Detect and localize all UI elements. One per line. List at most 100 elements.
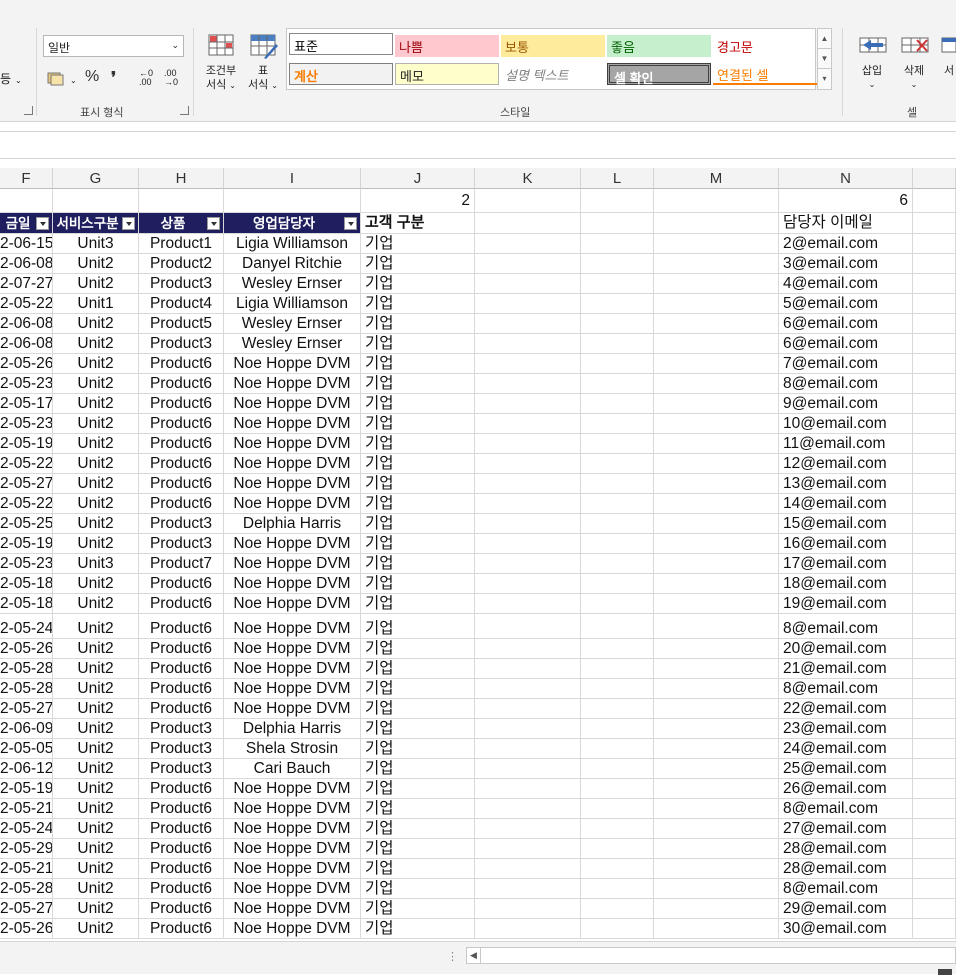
cell[interactable] bbox=[913, 639, 956, 659]
table-cell[interactable]: 30@email.com bbox=[779, 919, 913, 939]
table-cell[interactable]: Product6 bbox=[139, 779, 224, 799]
table-cell[interactable]: 기업 bbox=[361, 354, 475, 374]
table-cell[interactable] bbox=[581, 474, 654, 494]
cell[interactable] bbox=[913, 394, 956, 414]
cell[interactable] bbox=[913, 594, 956, 614]
table-cell[interactable]: Noe Hoppe DVM bbox=[224, 799, 361, 819]
cell[interactable] bbox=[224, 189, 361, 213]
table-cell[interactable]: Noe Hoppe DVM bbox=[224, 494, 361, 514]
cell[interactable] bbox=[913, 213, 956, 234]
insert-button[interactable]: 삽입 ⌄ bbox=[850, 32, 894, 92]
number-format-dropdown[interactable]: 일반 ⌄ bbox=[43, 35, 184, 57]
table-cell[interactable]: 기업 bbox=[361, 859, 475, 879]
table-cell[interactable] bbox=[654, 554, 779, 574]
table-cell[interactable]: 17@email.com bbox=[779, 554, 913, 574]
table-cell[interactable]: Noe Hoppe DVM bbox=[224, 659, 361, 679]
worksheet-grid[interactable]: 2 6 금일 서비스구분 상품 영업담당자 고객 구분 담당자 이메일 2-06-15 Unit3… bbox=[0, 189, 956, 941]
table-cell[interactable] bbox=[581, 679, 654, 699]
table-cell[interactable] bbox=[475, 274, 581, 294]
table-cell[interactable] bbox=[581, 759, 654, 779]
table-cell[interactable] bbox=[475, 839, 581, 859]
cell[interactable] bbox=[913, 254, 956, 274]
table-cell[interactable]: 2-05-27 bbox=[0, 699, 53, 719]
table-cell[interactable]: 기업 bbox=[361, 334, 475, 354]
table-cell[interactable]: 14@email.com bbox=[779, 494, 913, 514]
table-cell[interactable]: 2-05-26 bbox=[0, 919, 53, 939]
table-cell[interactable] bbox=[581, 659, 654, 679]
table-cell[interactable]: Product6 bbox=[139, 454, 224, 474]
table-cell[interactable]: Product6 bbox=[139, 434, 224, 454]
table-cell[interactable] bbox=[581, 414, 654, 434]
table-header-g[interactable]: 서비스구분 bbox=[53, 213, 139, 234]
cell[interactable] bbox=[913, 739, 956, 759]
table-cell[interactable]: Unit2 bbox=[53, 899, 139, 919]
table-cell[interactable]: Product6 bbox=[139, 354, 224, 374]
table-cell[interactable] bbox=[654, 899, 779, 919]
cell[interactable] bbox=[913, 514, 956, 534]
table-cell[interactable] bbox=[475, 254, 581, 274]
table-cell[interactable]: Product3 bbox=[139, 334, 224, 354]
delete-button[interactable]: 삭제 ⌄ bbox=[892, 32, 936, 92]
cell[interactable] bbox=[913, 274, 956, 294]
table-cell[interactable]: 2-05-23 bbox=[0, 374, 53, 394]
table-cell[interactable]: Noe Hoppe DVM bbox=[224, 639, 361, 659]
table-cell[interactable]: Ligia Williamson bbox=[224, 294, 361, 314]
cell[interactable] bbox=[654, 189, 779, 213]
table-cell[interactable]: Noe Hoppe DVM bbox=[224, 859, 361, 879]
cell[interactable] bbox=[654, 213, 779, 234]
table-cell[interactable]: Product6 bbox=[139, 699, 224, 719]
cell[interactable] bbox=[913, 374, 956, 394]
table-header-i[interactable]: 영업담당자 bbox=[224, 213, 361, 234]
table-cell[interactable]: 기업 bbox=[361, 739, 475, 759]
table-cell[interactable] bbox=[475, 859, 581, 879]
cell[interactable] bbox=[913, 534, 956, 554]
table-cell[interactable]: 기업 bbox=[361, 294, 475, 314]
table-cell[interactable]: 6@email.com bbox=[779, 314, 913, 334]
cell[interactable] bbox=[913, 899, 956, 919]
table-cell[interactable]: 2-05-21 bbox=[0, 799, 53, 819]
column-header-f[interactable]: F bbox=[0, 168, 53, 189]
table-cell[interactable]: 28@email.com bbox=[779, 859, 913, 879]
table-header-f[interactable]: 금일 bbox=[0, 213, 53, 234]
table-cell[interactable] bbox=[475, 394, 581, 414]
table-cell[interactable]: Unit3 bbox=[53, 554, 139, 574]
table-cell[interactable] bbox=[581, 919, 654, 939]
table-cell[interactable] bbox=[654, 739, 779, 759]
table-cell[interactable]: Noe Hoppe DVM bbox=[224, 394, 361, 414]
table-cell[interactable] bbox=[654, 719, 779, 739]
table-cell[interactable]: Product6 bbox=[139, 659, 224, 679]
table-cell[interactable] bbox=[581, 879, 654, 899]
table-cell[interactable]: 3@email.com bbox=[779, 254, 913, 274]
table-cell[interactable]: 22@email.com bbox=[779, 699, 913, 719]
table-cell[interactable]: Unit2 bbox=[53, 594, 139, 614]
table-cell[interactable]: 4@email.com bbox=[779, 274, 913, 294]
style-bad[interactable]: 나쁨 bbox=[395, 35, 499, 57]
comma-style-button[interactable]: ❜ bbox=[111, 68, 116, 88]
cell[interactable] bbox=[913, 879, 956, 899]
table-cell[interactable]: 기업 bbox=[361, 594, 475, 614]
table-cell[interactable]: 기업 bbox=[361, 799, 475, 819]
table-cell[interactable]: Noe Hoppe DVM bbox=[224, 679, 361, 699]
table-cell[interactable]: Unit2 bbox=[53, 819, 139, 839]
table-cell[interactable] bbox=[475, 614, 581, 639]
table-cell[interactable]: Product6 bbox=[139, 494, 224, 514]
table-cell[interactable]: 기업 bbox=[361, 899, 475, 919]
table-cell[interactable] bbox=[581, 699, 654, 719]
table-cell[interactable]: Noe Hoppe DVM bbox=[224, 779, 361, 799]
table-cell[interactable]: Wesley Ernser bbox=[224, 274, 361, 294]
table-cell[interactable] bbox=[654, 514, 779, 534]
table-cell[interactable]: 2-05-18 bbox=[0, 574, 53, 594]
table-cell[interactable]: 2-05-22 bbox=[0, 454, 53, 474]
table-cell[interactable]: Product6 bbox=[139, 594, 224, 614]
table-cell[interactable]: 8@email.com bbox=[779, 799, 913, 819]
table-cell[interactable]: Unit2 bbox=[53, 314, 139, 334]
table-cell[interactable] bbox=[475, 494, 581, 514]
table-cell[interactable]: 13@email.com bbox=[779, 474, 913, 494]
style-explanatory[interactable]: 설명 텍스트 bbox=[501, 63, 605, 85]
column-header-m[interactable]: M bbox=[654, 168, 779, 189]
column-header-h[interactable]: H bbox=[139, 168, 224, 189]
table-cell[interactable] bbox=[475, 679, 581, 699]
table-cell[interactable] bbox=[654, 699, 779, 719]
cell[interactable] bbox=[913, 699, 956, 719]
table-cell[interactable]: 기업 bbox=[361, 554, 475, 574]
